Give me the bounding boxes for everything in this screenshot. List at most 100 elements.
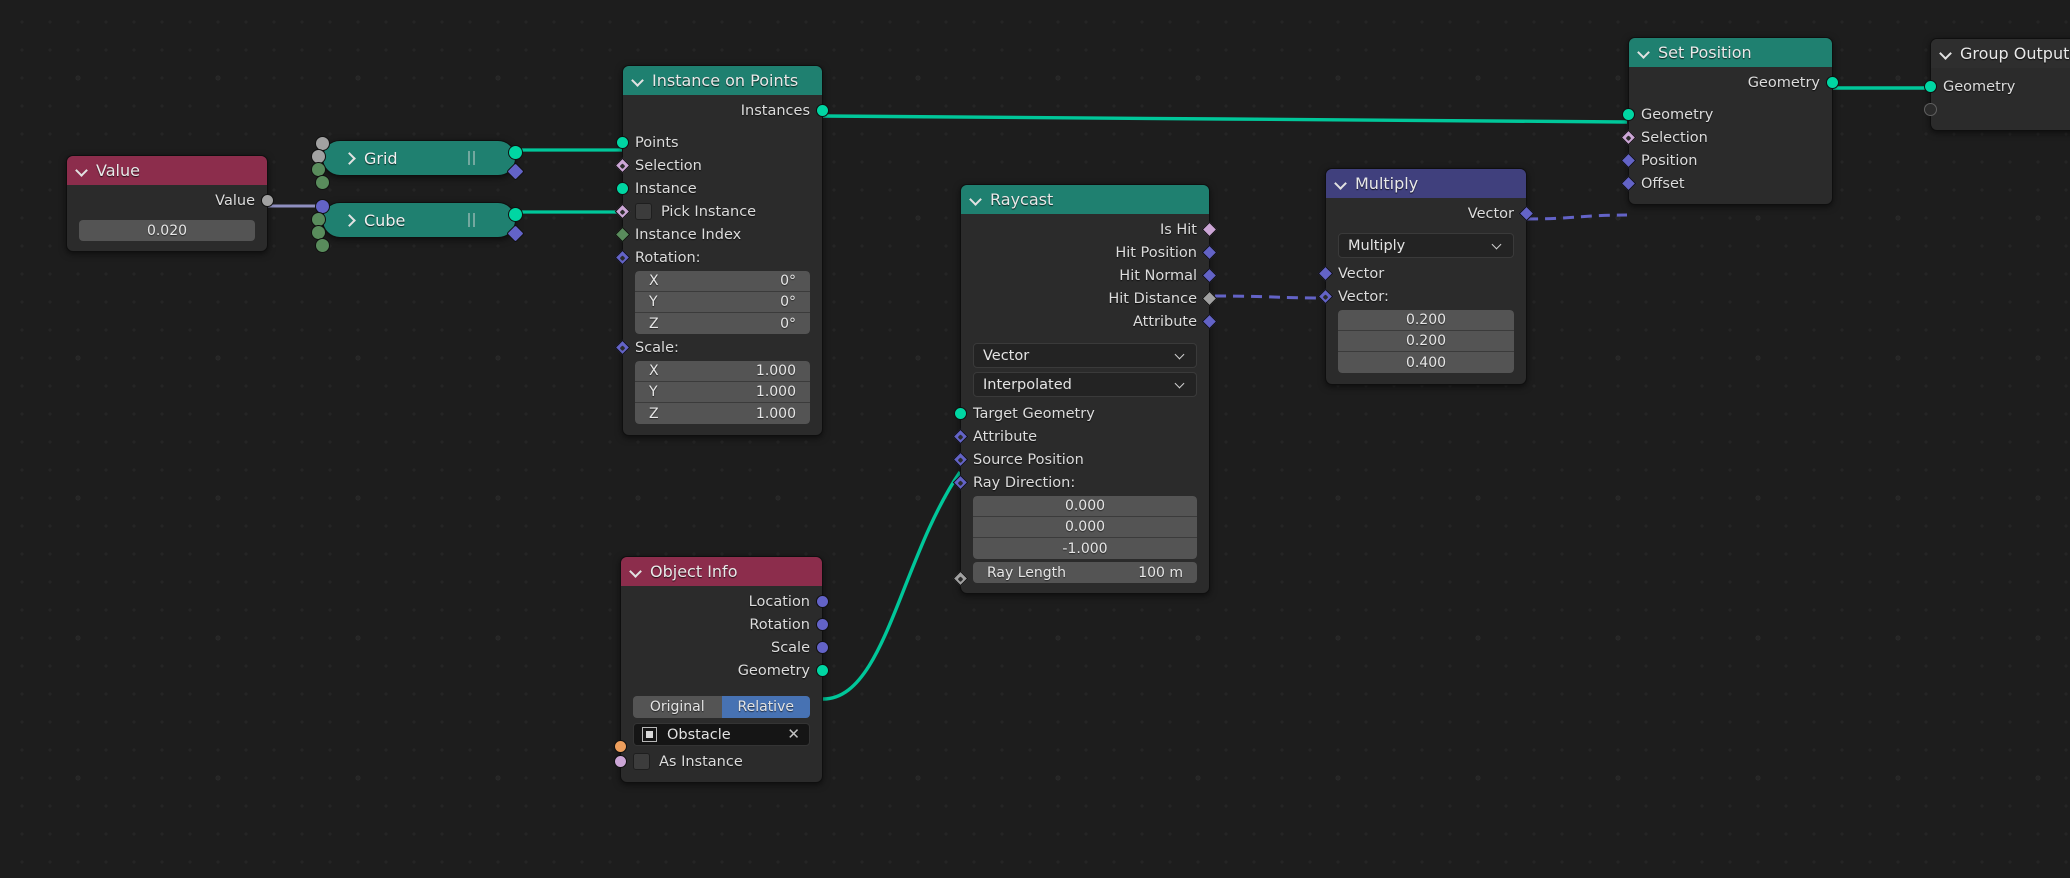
collapse-chevron-icon[interactable] (1638, 46, 1651, 59)
node-multiply[interactable]: Multiply Vector Multiply Vector Vector: (1317, 168, 1535, 385)
socket-row-setpos-offset[interactable]: Offset (1620, 172, 1832, 195)
expand-chevron-icon[interactable] (345, 214, 358, 227)
socket-multiply-vector-b-in[interactable] (1317, 288, 1334, 305)
socket-scale-in[interactable] (614, 339, 631, 356)
socket-source-position-in[interactable] (952, 451, 969, 468)
socket-row-setpos-selection[interactable]: Selection (1620, 126, 1832, 149)
socket-groupout-new-in[interactable] (1924, 103, 1937, 116)
ray-direction-y-field[interactable]: 0.000 (973, 517, 1197, 538)
rotation-fields[interactable]: X 0° Y 0° Z 0° (635, 271, 810, 334)
socket-row-ray-direction[interactable]: Ray Direction: (952, 471, 1209, 494)
socket-setpos-geometry-in[interactable] (1622, 108, 1635, 121)
socket-row-rotation-out[interactable]: Rotation (621, 613, 829, 636)
socket-row-setpos-position[interactable]: Position (1620, 149, 1832, 172)
ray-length-field[interactable]: Ray Length 100 m (973, 562, 1197, 583)
socket-row-setpos-geometry-in[interactable]: Geometry (1622, 103, 1832, 126)
node-set-position-header[interactable]: Set Position (1629, 38, 1832, 67)
socket-target-geometry-in[interactable] (954, 407, 967, 420)
socket-geometry-out[interactable] (816, 664, 829, 677)
socket-row-rotation[interactable]: Rotation: (614, 246, 822, 269)
socket-row-groupout-new[interactable] (1924, 98, 2070, 121)
node-value-output-row[interactable]: Value (67, 189, 274, 212)
scale-z-field[interactable]: Z 1.000 (635, 403, 810, 424)
socket-row-selection[interactable]: Selection (614, 154, 822, 177)
socket-instances-out[interactable] (816, 104, 829, 117)
dropdown-mapping[interactable]: Interpolated (973, 372, 1197, 397)
node-group-output[interactable]: Group Output Geometry (1924, 38, 2070, 131)
socket-scale-out[interactable] (816, 641, 829, 654)
socket-rotation-in[interactable] (614, 249, 631, 266)
socket-is-hit-out[interactable] (1201, 221, 1218, 238)
ray-direction-z-field[interactable]: -1.000 (973, 538, 1197, 559)
multiply-vector-y-field[interactable]: 0.200 (1338, 331, 1514, 352)
node-editor-canvas[interactable]: Value Value 0.020 Grid Cube Instance on … (0, 0, 2070, 878)
socket-row-geometry-out[interactable]: Geometry (621, 659, 829, 682)
object-selector[interactable]: Obstacle ✕ (633, 723, 810, 746)
socket-location-out[interactable] (816, 595, 829, 608)
multiply-vector-z-field[interactable]: 0.400 (1338, 352, 1514, 373)
socket-row-as-instance[interactable]: As Instance (614, 750, 822, 773)
ray-direction-fields[interactable]: 0.000 0.000 -1.000 (973, 496, 1197, 559)
socket-multiply-vector-out[interactable] (1518, 205, 1535, 222)
checkbox-as-instance[interactable] (633, 753, 650, 770)
socket-row-instance-index[interactable]: Instance Index (614, 223, 822, 246)
socket-instance-in[interactable] (616, 182, 629, 195)
dropdown-operation[interactable]: Multiply (1338, 233, 1514, 258)
socket-as-instance-in[interactable] (614, 755, 627, 768)
node-cube[interactable]: Cube (311, 199, 525, 253)
socket-row-target-geometry[interactable]: Target Geometry (954, 402, 1209, 425)
node-grid[interactable]: Grid (311, 136, 525, 190)
socket-selection-in[interactable] (614, 157, 631, 174)
clear-object-icon[interactable]: ✕ (787, 727, 800, 742)
checkbox-pick-instance[interactable] (635, 203, 652, 220)
socket-row-scale-out[interactable]: Scale (621, 636, 829, 659)
node-value-header[interactable]: Value (67, 156, 267, 185)
collapse-chevron-icon[interactable] (630, 565, 643, 578)
socket-multiply-vector-a-in[interactable] (1317, 265, 1334, 282)
scale-fields[interactable]: X 1.000 Y 1.000 Z 1.000 (635, 361, 810, 424)
socket-attribute-in[interactable] (952, 428, 969, 445)
socket-value-out[interactable] (261, 194, 274, 207)
collapse-chevron-icon[interactable] (1335, 177, 1348, 190)
ray-direction-x-field[interactable]: 0.000 (973, 496, 1197, 517)
socket-points-in[interactable] (616, 136, 629, 149)
socket-ray-direction-in[interactable] (952, 474, 969, 491)
socket-row-location[interactable]: Location (621, 590, 829, 613)
socket-hit-normal-out[interactable] (1201, 267, 1218, 284)
socket-cube-uv-out[interactable] (506, 224, 525, 243)
socket-row-hit-distance[interactable]: Hit Distance (961, 287, 1218, 310)
socket-setpos-selection-in[interactable] (1620, 129, 1637, 146)
socket-cube-verts-z[interactable] (315, 238, 330, 253)
socket-row-pick-instance[interactable]: Pick Instance (614, 200, 822, 223)
node-object-info[interactable]: Object Info Location Rotation Scale Geom… (614, 556, 829, 783)
socket-row-hit-normal[interactable]: Hit Normal (961, 264, 1218, 287)
socket-row-hit-position[interactable]: Hit Position (961, 241, 1218, 264)
socket-row-source-position[interactable]: Source Position (952, 448, 1209, 471)
socket-grid-verts-y[interactable] (315, 175, 330, 190)
socket-cube-mesh-out[interactable] (508, 207, 523, 222)
scale-y-field[interactable]: Y 1.000 (635, 382, 810, 403)
socket-attribute-out[interactable] (1201, 313, 1218, 330)
node-grid-grip[interactable] (467, 151, 477, 165)
node-instance-on-points[interactable]: Instance on Points Instances Points Sele… (614, 65, 829, 436)
node-set-position[interactable]: Set Position Geometry Geometry Selection… (1620, 37, 1839, 205)
multiply-vector-x-field[interactable]: 0.200 (1338, 310, 1514, 331)
socket-row-multiply-vector-b[interactable]: Vector: (1317, 285, 1526, 308)
socket-groupout-geometry-in[interactable] (1924, 80, 1937, 93)
socket-setpos-offset-in[interactable] (1620, 175, 1637, 192)
multiply-vector-fields[interactable]: 0.200 0.200 0.400 (1338, 310, 1514, 373)
socket-row-multiply-vector-a[interactable]: Vector (1317, 262, 1526, 285)
socket-row-multiply-vector-out[interactable]: Vector (1326, 202, 1535, 225)
socket-hit-distance-out[interactable] (1201, 290, 1218, 307)
socket-row-groupout-geometry[interactable]: Geometry (1924, 75, 2070, 98)
scale-x-field[interactable]: X 1.000 (635, 361, 810, 382)
socket-setpos-position-in[interactable] (1620, 152, 1637, 169)
socket-instance-index-in[interactable] (614, 226, 631, 243)
socket-grid-uv-out[interactable] (506, 162, 525, 181)
node-value[interactable]: Value Value 0.020 (66, 155, 274, 252)
toggle-relative[interactable]: Relative (721, 696, 810, 718)
socket-row-attribute-out[interactable]: Attribute (961, 310, 1218, 333)
socket-row-attribute-in[interactable]: Attribute (952, 425, 1209, 448)
socket-row-scale[interactable]: Scale: (614, 336, 822, 359)
node-raycast[interactable]: Raycast Is Hit Hit Position Hit Normal H… (952, 184, 1218, 594)
